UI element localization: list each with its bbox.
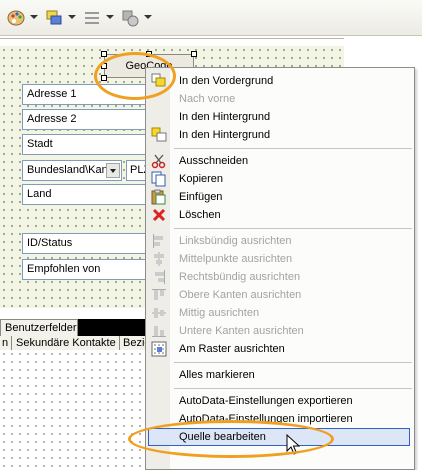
menu-item-align-middle[interactable]: Mittig ausrichten — [146, 304, 414, 322]
palette-dropdown-arrow[interactable] — [30, 15, 38, 19]
menu-item-paste[interactable]: Einfügen — [146, 188, 414, 206]
menu-label: Kopieren — [179, 173, 224, 185]
menu-separator — [174, 228, 412, 229]
menu-item-align-top[interactable]: Obere Kanten ausrichten — [146, 286, 414, 304]
layer-dropdown-arrow[interactable] — [68, 15, 76, 19]
align-top-icon — [152, 289, 166, 300]
menu-item-edit-source[interactable]: Quelle bearbeiten — [148, 428, 410, 446]
toolbar — [0, 0, 422, 36]
align-dropdown-arrow[interactable] — [106, 15, 114, 19]
resize-handle-tm[interactable] — [146, 51, 152, 57]
paint-palette-icon[interactable] — [6, 8, 26, 28]
tab-relations-partial[interactable]: Bezie — [120, 336, 148, 351]
delete-x-icon — [152, 208, 166, 222]
resize-handle-tl[interactable] — [101, 51, 107, 57]
menu-label: Löschen — [179, 209, 221, 221]
menu-item-snap-to-grid[interactable]: Am Raster ausrichten — [146, 340, 414, 358]
shape-tool-icon[interactable] — [120, 8, 140, 28]
menu-label: Mittig ausrichten — [179, 307, 260, 319]
menu-label: Alles markieren — [179, 369, 255, 381]
menu-label: Mittelpunkte ausrichten — [179, 253, 293, 265]
menu-item-import-autodata[interactable]: AutoData-Einstellungen importieren — [146, 410, 414, 428]
tab-page-canvas[interactable] — [0, 350, 148, 470]
field-state-label: Bundesland\Kan — [27, 164, 108, 176]
resize-handle-ml[interactable] — [101, 63, 107, 69]
tab-secondary-contacts[interactable]: Sekundäre Kontakte — [12, 336, 120, 351]
field-zip[interactable]: PLZ — [126, 160, 146, 181]
menu-label: Nach vorne — [179, 93, 236, 105]
menu-item-bring-to-front[interactable]: In den Vordergrund — [146, 72, 414, 90]
field-id-status[interactable]: ID/Status — [22, 233, 146, 254]
menu-item-cut[interactable]: Ausschneiden — [146, 152, 414, 170]
menu-item-align-right[interactable]: Rechtsbündig ausrichten — [146, 268, 414, 286]
menu-separator — [174, 362, 412, 363]
menu-label: AutoData-Einstellungen importieren — [179, 413, 353, 425]
menu-label: Einfügen — [179, 191, 223, 203]
align-bottom-icon — [152, 326, 166, 337]
resize-handle-tr[interactable] — [191, 51, 197, 57]
snap-to-grid-icon — [151, 341, 167, 357]
menu-item-export-autodata[interactable]: AutoData-Einstellungen exportieren — [146, 392, 414, 410]
bring-to-front-icon — [151, 73, 166, 87]
menu-item-select-all[interactable]: Alles markieren — [146, 366, 414, 384]
menu-label: Quelle bearbeiten — [179, 431, 266, 443]
send-to-back-icon — [151, 127, 167, 142]
tab-user-fields[interactable]: Benutzerfelder — [0, 319, 78, 337]
context-menu: In den Vordergrund Nach vorne In den Hin… — [145, 67, 415, 470]
menu-label: Ausschneiden — [179, 155, 249, 167]
shape-dropdown-arrow[interactable] — [144, 15, 152, 19]
paste-icon — [151, 189, 166, 205]
menu-item-align-left[interactable]: Linksbündig ausrichten — [146, 232, 414, 250]
align-middle-icon — [152, 308, 166, 318]
menu-label: Linksbündig ausrichten — [179, 235, 292, 247]
field-address2[interactable]: Adresse 2 — [22, 109, 146, 130]
field-referred-by[interactable]: Empfohlen von — [22, 259, 146, 280]
menu-label: In den Hintergrund — [179, 111, 271, 123]
menu-item-send-to-back[interactable]: In den Hintergrund — [146, 126, 414, 144]
align-right-icon — [155, 270, 165, 284]
menu-label: Untere Kanten ausrichten — [179, 325, 304, 337]
field-city[interactable]: Stadt — [22, 134, 146, 155]
mouse-cursor-icon — [286, 434, 300, 455]
menu-item-align-bottom[interactable]: Untere Kanten ausrichten — [146, 322, 414, 340]
field-country[interactable]: Land — [22, 184, 146, 205]
tab-partial-left[interactable]: n — [0, 336, 12, 351]
menu-label: Am Raster ausrichten — [179, 343, 285, 355]
layer-order-icon[interactable] — [44, 8, 64, 28]
menu-label: Obere Kanten ausrichten — [179, 289, 302, 301]
align-center-icon — [154, 252, 164, 266]
menu-label: Rechtsbündig ausrichten — [179, 271, 301, 283]
field-address1[interactable]: Adresse 1 — [22, 84, 146, 105]
menu-label: In den Hintergrund — [179, 129, 271, 141]
scissors-icon — [151, 154, 166, 169]
menu-label: AutoData-Einstellungen exportieren — [179, 395, 353, 407]
combo-dropdown-arrow[interactable] — [106, 163, 120, 178]
menu-label: In den Vordergrund — [179, 75, 274, 87]
menu-separator — [174, 388, 412, 389]
resize-handle-bl[interactable] — [101, 75, 107, 81]
menu-separator — [174, 148, 412, 149]
align-left-icon — [153, 234, 163, 248]
menu-item-delete[interactable]: Löschen — [146, 206, 414, 224]
menu-item-bring-forward[interactable]: Nach vorne — [146, 90, 414, 108]
align-lines-icon[interactable] — [82, 8, 102, 28]
menu-item-align-center[interactable]: Mittelpunkte ausrichten — [146, 250, 414, 268]
copy-icon — [151, 171, 166, 187]
field-state-combo[interactable]: Bundesland\Kan — [22, 160, 122, 181]
menu-item-send-backward[interactable]: In den Hintergrund — [146, 108, 414, 126]
menu-item-copy[interactable]: Kopieren — [146, 170, 414, 188]
